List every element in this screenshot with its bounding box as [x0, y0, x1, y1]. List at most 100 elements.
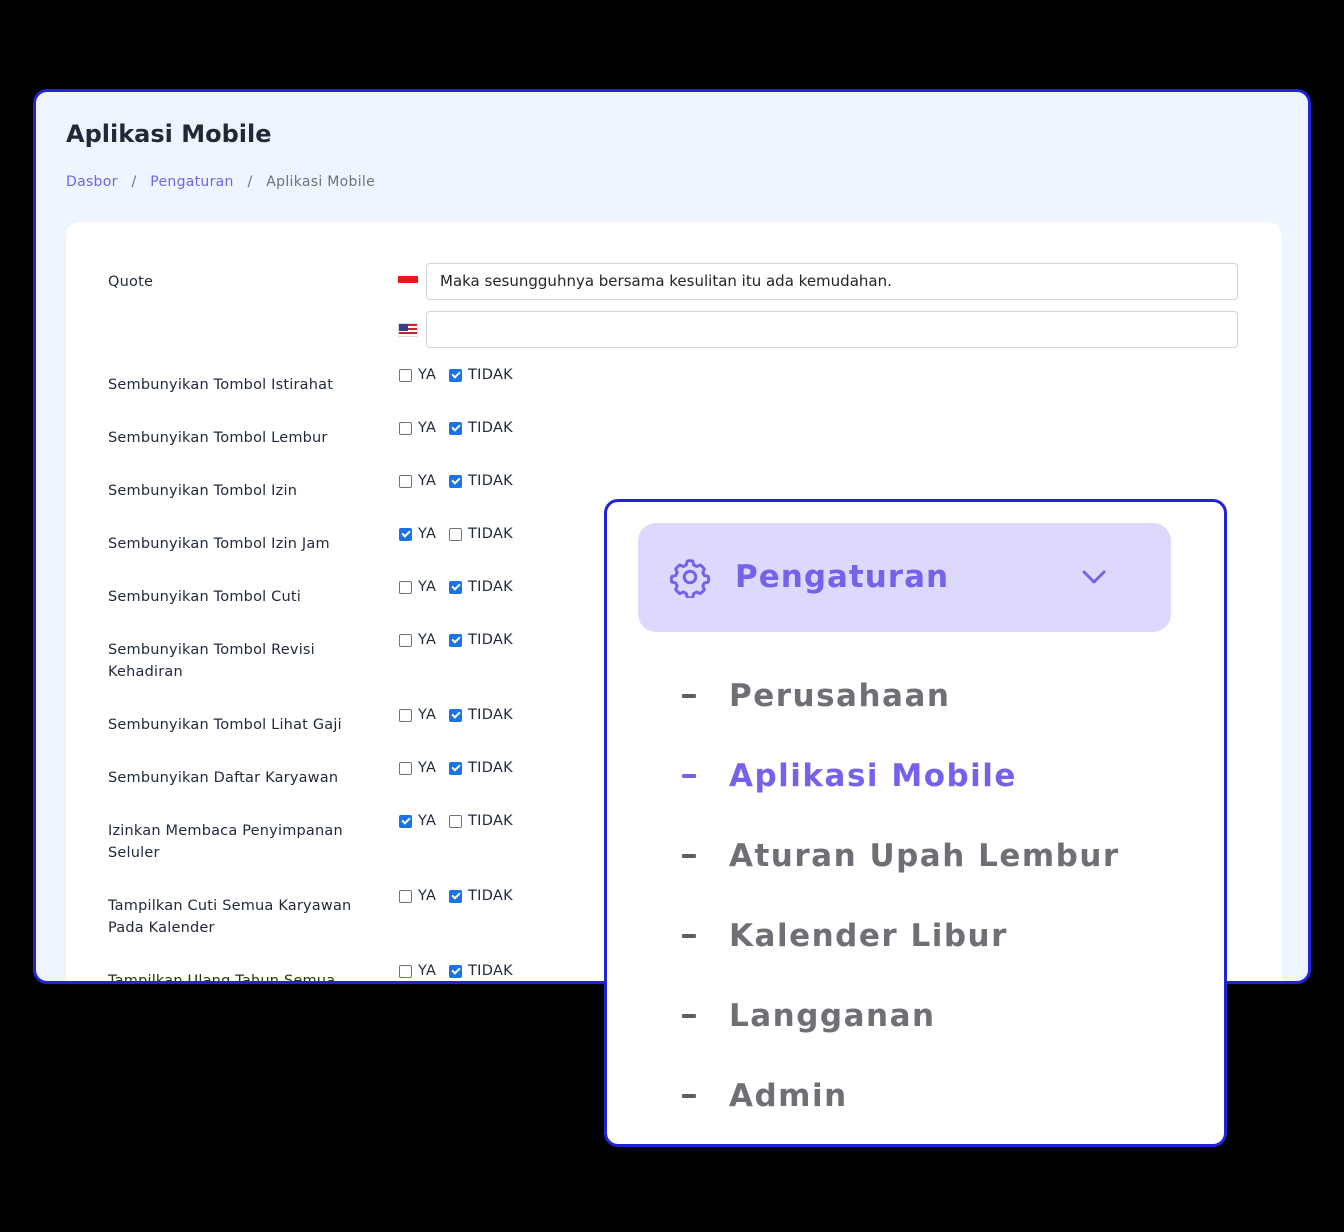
breadcrumb-separator: / [247, 174, 253, 190]
menu-item[interactable]: Admin [682, 1076, 848, 1116]
chevron-down-icon[interactable] [1081, 568, 1107, 586]
option-ya[interactable]: YA [399, 707, 436, 723]
menu-header-pengaturan[interactable]: Pengaturan [638, 523, 1171, 632]
quote-id-input[interactable]: Maka sesungguhnya bersama kesulitan itu … [426, 263, 1238, 300]
us-flag-icon [398, 323, 418, 337]
tidak-label: TIDAK [468, 888, 513, 904]
tidak-label: TIDAK [468, 963, 513, 979]
option-label: Sembunyikan Tombol Lembur [108, 430, 328, 446]
menu-header-label: Pengaturan [735, 559, 950, 595]
tidak-checkbox[interactable] [449, 708, 462, 722]
tidak-label: TIDAK [468, 579, 513, 595]
tidak-checkbox[interactable] [449, 889, 462, 903]
option-label: Izinkan Membaca Penyimpanan Seluler [108, 823, 343, 861]
tidak-label: TIDAK [468, 420, 513, 436]
ya-checkbox[interactable] [399, 474, 412, 488]
dash-bullet [682, 774, 696, 778]
menu-item-label: Kalender Libur [729, 918, 1008, 954]
ya-checkbox[interactable] [399, 421, 412, 435]
option-label: Sembunyikan Tombol Lihat Gaji [108, 717, 342, 733]
option-tidak[interactable]: TIDAK [449, 888, 513, 904]
option-label: Tampilkan Ulang Tahun Semua [108, 973, 336, 984]
ya-label: YA [418, 367, 437, 383]
breadcrumb-dasbor[interactable]: Dasbor [66, 174, 118, 190]
option-ya[interactable]: YA [399, 473, 436, 489]
breadcrumb-separator: / [131, 174, 137, 190]
page-title: Aplikasi Mobile [66, 120, 272, 148]
tidak-checkbox[interactable] [449, 421, 462, 435]
option-ya[interactable]: YA [399, 963, 436, 979]
option-label: Tampilkan Cuti Semua Karyawan Pada Kalen… [108, 898, 352, 936]
option-ya[interactable]: YA [399, 579, 436, 595]
ya-checkbox[interactable] [399, 964, 412, 978]
ya-label: YA [418, 888, 437, 904]
tidak-label: TIDAK [468, 526, 513, 542]
menu-item-label: Aturan Upah Lembur [729, 838, 1120, 874]
dash-bullet [682, 1014, 696, 1018]
option-tidak[interactable]: TIDAK [449, 707, 513, 723]
tidak-checkbox[interactable] [449, 368, 462, 382]
option-tidak[interactable]: TIDAK [449, 367, 513, 383]
option-tidak[interactable]: TIDAK [449, 632, 513, 648]
indonesia-flag-icon [398, 276, 418, 290]
menu-item-label: Perusahaan [729, 678, 951, 714]
tidak-label: TIDAK [468, 760, 513, 776]
quote-label: Quote [108, 274, 154, 290]
ya-label: YA [418, 526, 437, 542]
ya-label: YA [418, 632, 437, 648]
tidak-checkbox[interactable] [449, 527, 462, 541]
gear-icon [669, 559, 711, 598]
ya-label: YA [418, 760, 437, 776]
quote-en-input[interactable] [426, 311, 1238, 348]
ya-checkbox[interactable] [399, 708, 412, 722]
tidak-checkbox[interactable] [449, 474, 462, 488]
tidak-checkbox[interactable] [449, 814, 462, 828]
ya-checkbox[interactable] [399, 814, 412, 828]
tidak-label: TIDAK [468, 473, 513, 489]
breadcrumb-pengaturan[interactable]: Pengaturan [150, 174, 233, 190]
option-ya[interactable]: YA [399, 420, 436, 436]
option-tidak[interactable]: TIDAK [449, 473, 513, 489]
tidak-label: TIDAK [468, 632, 513, 648]
tidak-label: TIDAK [468, 707, 513, 723]
menu-item-label: Admin [729, 1078, 848, 1114]
ya-label: YA [418, 420, 437, 436]
tidak-checkbox[interactable] [449, 580, 462, 594]
menu-item[interactable]: Perusahaan [682, 676, 950, 716]
menu-item[interactable]: Langganan [682, 996, 936, 1036]
option-tidak[interactable]: TIDAK [449, 420, 513, 436]
ya-checkbox[interactable] [399, 368, 412, 382]
ya-label: YA [418, 707, 437, 723]
ya-label: YA [418, 473, 437, 489]
breadcrumb-current: Aplikasi Mobile [266, 174, 376, 190]
menu-item[interactable]: Kalender Libur [682, 916, 1008, 956]
ya-checkbox[interactable] [399, 633, 412, 647]
ya-checkbox[interactable] [399, 580, 412, 594]
option-label: Sembunyikan Tombol Izin [108, 483, 298, 499]
option-tidak[interactable]: TIDAK [449, 813, 513, 829]
ya-checkbox[interactable] [399, 527, 412, 541]
menu-item-label: Langganan [729, 998, 936, 1034]
tidak-checkbox[interactable] [449, 633, 462, 647]
option-ya[interactable]: YA [399, 760, 436, 776]
option-tidak[interactable]: TIDAK [449, 760, 513, 776]
option-ya[interactable]: YA [399, 526, 436, 542]
option-ya[interactable]: YA [399, 632, 436, 648]
tidak-checkbox[interactable] [449, 761, 462, 775]
ya-checkbox[interactable] [399, 889, 412, 903]
option-ya[interactable]: YA [399, 367, 436, 383]
option-ya[interactable]: YA [399, 813, 436, 829]
menu-item[interactable]: Aplikasi Mobile [682, 756, 1017, 796]
tidak-checkbox[interactable] [449, 964, 462, 978]
option-tidak[interactable]: TIDAK [449, 963, 513, 979]
dash-bullet [682, 694, 696, 698]
menu-item[interactable]: Aturan Upah Lembur [682, 836, 1120, 876]
option-ya[interactable]: YA [399, 888, 436, 904]
option-tidak[interactable]: TIDAK [449, 579, 513, 595]
ya-label: YA [418, 579, 437, 595]
settings-menu-panel: Pengaturan Perusahaan Aplikasi Mobile Atur… [604, 499, 1227, 1147]
ya-checkbox[interactable] [399, 761, 412, 775]
dash-bullet [682, 934, 696, 938]
option-tidak[interactable]: TIDAK [449, 526, 513, 542]
option-label: Sembunyikan Daftar Karyawan [108, 770, 339, 786]
